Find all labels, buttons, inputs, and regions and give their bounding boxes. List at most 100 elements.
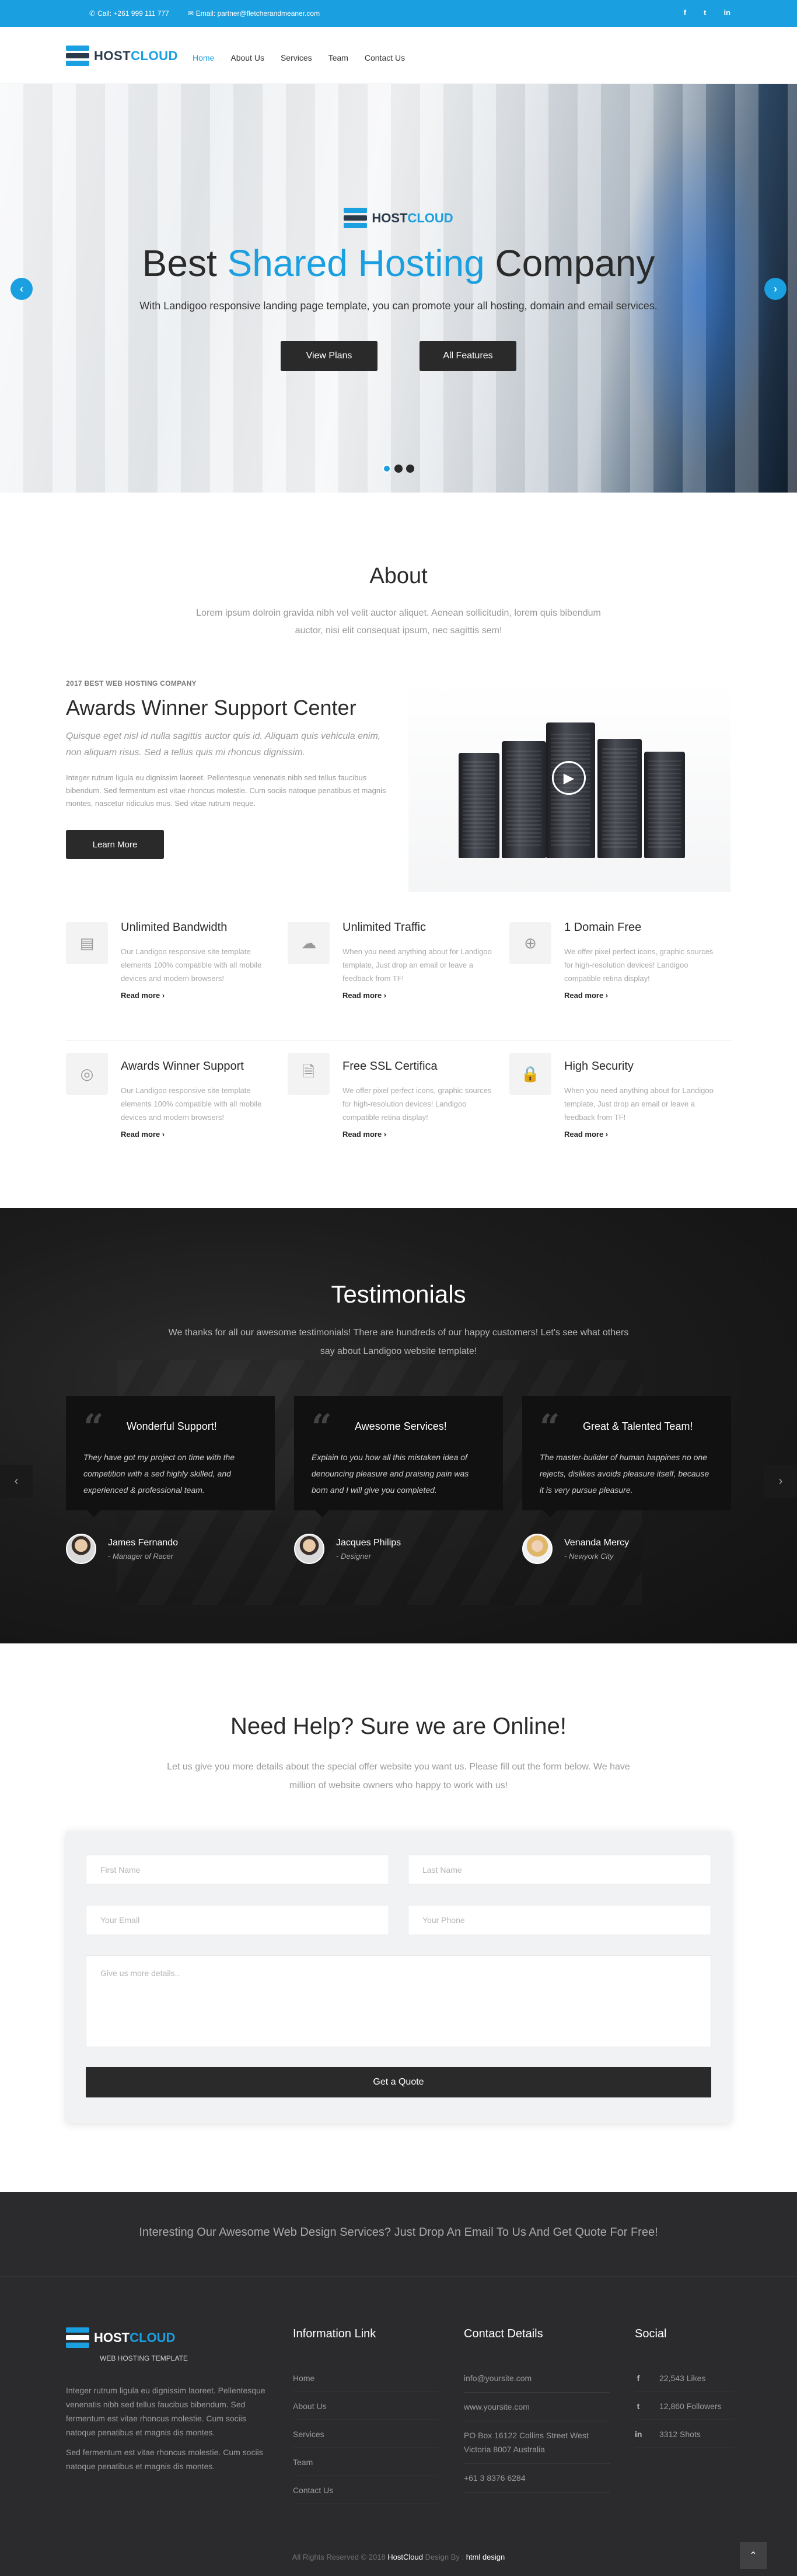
slider-next-icon[interactable]: ›	[764, 278, 786, 300]
feature-title: Unlimited Bandwidth	[121, 921, 228, 934]
footer-link-services[interactable]: Services	[293, 2420, 439, 2448]
testimonial-card: “ Awesome Services! Explain to you how a…	[294, 1396, 503, 1564]
footer-link-about[interactable]: About Us	[293, 2392, 439, 2420]
footer-link-team[interactable]: Team	[293, 2448, 439, 2476]
get-quote-button[interactable]: Get a Quote	[86, 2067, 711, 2097]
testimonials-subtitle: We thanks for all our awesome testimonia…	[168, 1328, 629, 1356]
twitter-icon[interactable]: t	[704, 8, 706, 17]
footer-email[interactable]: info@yoursite.com	[464, 2364, 610, 2393]
avatar	[294, 1534, 324, 1564]
footer-website[interactable]: www.yoursite.com	[464, 2393, 610, 2421]
testimonial-heading: Awesome Services!	[355, 1420, 447, 1432]
facebook-icon[interactable]: f	[684, 8, 686, 17]
testimonial-quote-box: “ Awesome Services! Explain to you how a…	[294, 1396, 503, 1517]
last-name-input[interactable]: Last Name	[408, 1855, 711, 1885]
footer-about: HOSTCLOUD WEB HOSTING TEMPLATE Integer r…	[66, 2327, 276, 2473]
footer-contact: Contact Details info@yoursite.com www.yo…	[464, 2327, 610, 2493]
footer-contact-title: Contact Details	[464, 2327, 543, 2340]
nav-team[interactable]: Team	[328, 53, 348, 62]
logo-mark-icon	[344, 208, 368, 229]
feature-item: 🗎 Free SSL Certifica We offer pixel perf…	[288, 1041, 509, 1167]
first-name-input[interactable]: First Name	[86, 1855, 389, 1885]
read-more-link[interactable]: Read more ›	[121, 1130, 288, 1139]
testimonials-section: Testimonials We thanks for all our aweso…	[0, 1208, 797, 1643]
logo-text: HOSTCLOUD	[94, 48, 178, 63]
contact-title: Need Help? Sure we are Online!	[230, 1713, 567, 1739]
testimonials-prev-icon[interactable]: ‹	[0, 1465, 33, 1498]
feature-item: ◎ Awards Winner Support Our Landigoo res…	[66, 1041, 288, 1167]
email-text[interactable]: ✉ Email: partner@fletcherandmeaner.com	[188, 9, 320, 18]
hero-glow	[622, 119, 774, 469]
footer-social-facebook[interactable]: f 22,543 Likes	[635, 2364, 734, 2392]
footer-social-twitter[interactable]: t 12,860 Followers	[635, 2392, 734, 2420]
slider-dot[interactable]	[394, 465, 403, 473]
quote-icon: “	[540, 1407, 560, 1448]
learn-more-button[interactable]: Learn More	[66, 830, 164, 859]
feature-text: When you need anything about for Landigo…	[564, 1086, 714, 1122]
read-more-link[interactable]: Read more ›	[342, 1130, 509, 1139]
read-more-link[interactable]: Read more ›	[564, 1130, 731, 1139]
footer-divider	[0, 2276, 797, 2277]
footer-about-text: Sed fermentum est vitae rhoncus molestie…	[66, 2448, 263, 2471]
top-social: f t in	[684, 8, 730, 17]
wifi-icon: ◎	[66, 1053, 108, 1095]
footer-social-title: Social	[635, 2327, 667, 2340]
nav-home[interactable]: Home	[193, 53, 214, 62]
person-role: - Designer	[336, 1551, 371, 1561]
twitter-icon: t	[637, 2402, 640, 2411]
hero-buttons: View Plans All Features	[0, 341, 797, 371]
server-rack	[597, 739, 642, 858]
slider-dot[interactable]	[406, 465, 414, 473]
view-plans-button[interactable]: View Plans	[281, 341, 377, 371]
site-footer: Interesting Our Awesome Web Design Servi…	[0, 2192, 797, 2576]
footer-info-links: Information Link Home About Us Services …	[293, 2327, 439, 2504]
testimonial-text: They have got my project on time with th…	[83, 1453, 235, 1495]
footer-about-text: Integer rutrum ligula eu dignissim laore…	[66, 2386, 265, 2437]
footer-social-linkedin[interactable]: in 3312 Shots	[635, 2420, 734, 2448]
feature-text: We offer pixel perfect icons, graphic so…	[342, 1086, 492, 1122]
about-subtitle: Lorem ipsum dolroin gravida nibh vel vel…	[196, 608, 601, 636]
testimonial-quote-box: “ Wonderful Support! They have got my pr…	[66, 1396, 275, 1517]
copyright-brand[interactable]: HostCloud	[387, 2553, 423, 2561]
server-rack	[644, 752, 685, 858]
film-icon: ▤	[66, 922, 108, 964]
avatar	[66, 1534, 96, 1564]
logo-mark-icon	[66, 2327, 89, 2348]
testimonial-person: James Fernando - Manager of Racer	[66, 1534, 275, 1564]
footer-info-title: Information Link	[293, 2327, 376, 2340]
email-input[interactable]: Your Email	[86, 1905, 389, 1935]
testimonial-card: “ Wonderful Support! They have got my pr…	[66, 1396, 275, 1564]
read-more-link[interactable]: Read more ›	[121, 991, 288, 1000]
read-more-link[interactable]: Read more ›	[564, 991, 731, 1000]
person-name: Jacques Philips	[336, 1537, 401, 1548]
linkedin-icon[interactable]: in	[723, 8, 730, 17]
nav-about[interactable]: About Us	[230, 53, 264, 62]
slider-dot[interactable]	[383, 465, 391, 473]
phone-input[interactable]: Your Phone	[408, 1905, 711, 1935]
scroll-top-icon[interactable]: ⌃	[740, 2542, 767, 2569]
details-textarea[interactable]: Give us more details..	[86, 1955, 711, 2047]
person-name: James Fernando	[108, 1537, 179, 1548]
slider-prev-icon[interactable]: ‹	[11, 278, 33, 300]
nav-contact[interactable]: Contact Us	[365, 53, 405, 62]
feature-title: High Security	[564, 1060, 634, 1073]
feature-title: Awards Winner Support	[121, 1060, 244, 1073]
read-more-link[interactable]: Read more ›	[342, 991, 509, 1000]
feature-text: We offer pixel perfect icons, graphic so…	[564, 947, 714, 983]
person-role: - Manager of Racer	[108, 1551, 173, 1561]
footer-link-home[interactable]: Home	[293, 2364, 439, 2392]
footer-link-contact[interactable]: Contact Us	[293, 2476, 439, 2504]
quote-icon: “	[312, 1407, 332, 1448]
nav-services[interactable]: Services	[281, 53, 312, 62]
lock-icon: 🔒	[509, 1053, 551, 1095]
servers-image: ▶	[408, 682, 730, 892]
hero-logo: HOSTCLOUD	[0, 208, 797, 229]
about-title: About	[369, 564, 428, 588]
play-video-icon[interactable]: ▶	[552, 761, 586, 795]
all-features-button[interactable]: All Features	[420, 341, 516, 371]
footer-logo[interactable]: HOSTCLOUD	[66, 2327, 276, 2348]
testimonials-next-icon[interactable]: ›	[764, 1465, 797, 1498]
about-lead: Quisque eget nisl id nulla sagittis auct…	[66, 731, 381, 758]
site-logo[interactable]: HOSTCLOUD	[66, 46, 178, 67]
copyright-author[interactable]: html design	[466, 2553, 505, 2561]
